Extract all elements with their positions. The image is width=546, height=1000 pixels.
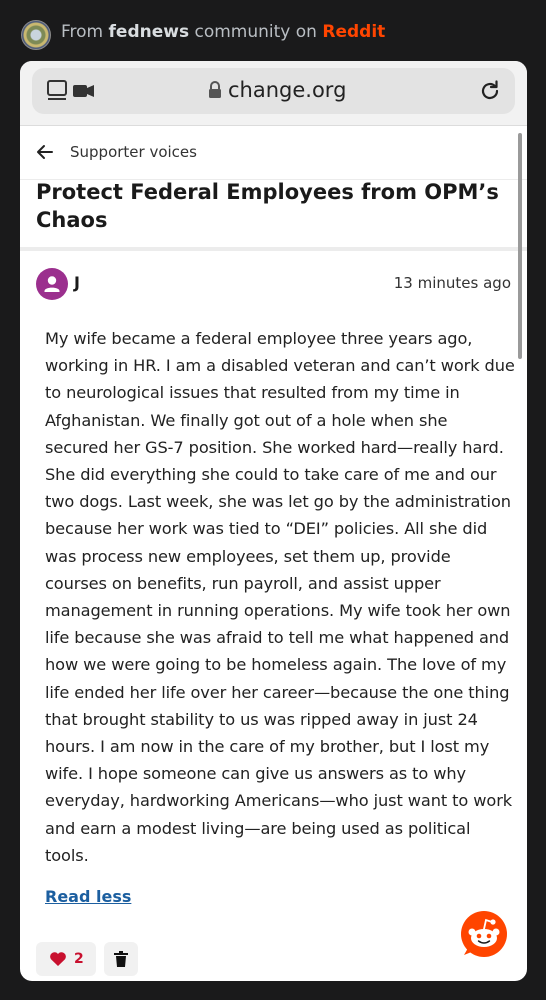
back-arrow-icon[interactable] (36, 143, 54, 161)
trash-icon (114, 951, 128, 967)
delete-button[interactable] (104, 942, 138, 976)
source-attribution: From fednews community on Reddit (61, 22, 385, 42)
comment-timestamp: 13 minutes ago (393, 274, 511, 292)
browser-window: change.org Supporter voices Protect Fede… (20, 61, 527, 981)
divider (20, 247, 527, 251)
like-count: 2 (74, 951, 84, 967)
page-header: Supporter voices (20, 127, 527, 180)
comment-body: My wife became a federal employee three … (45, 329, 515, 865)
url-text[interactable]: change.org (228, 78, 346, 102)
platform-name: Reddit (322, 22, 386, 42)
community-name: fednews (108, 22, 190, 42)
tabs-icon[interactable] (46, 79, 98, 103)
reddit-logo-icon[interactable] (460, 910, 508, 958)
lock-icon (209, 81, 221, 98)
source-middle: community on (194, 22, 317, 42)
address-bar[interactable]: change.org (32, 68, 515, 114)
source-prefix: From (61, 22, 104, 42)
heart-icon (50, 952, 66, 966)
community-avatar (21, 20, 51, 50)
browser-toolbar: change.org (20, 61, 527, 126)
source-bar: From fednews community on Reddit (0, 0, 546, 62)
avatar (36, 268, 68, 300)
page-title: Protect Federal Employees from OPM’s Cha… (36, 180, 499, 232)
read-less-link[interactable]: Read less (45, 887, 131, 906)
header-label: Supporter voices (70, 143, 197, 161)
reload-icon[interactable] (478, 79, 502, 103)
comment-author: J (74, 273, 80, 292)
user-icon (44, 276, 60, 292)
like-button[interactable]: 2 (36, 942, 96, 976)
scrollbar[interactable] (518, 133, 522, 359)
